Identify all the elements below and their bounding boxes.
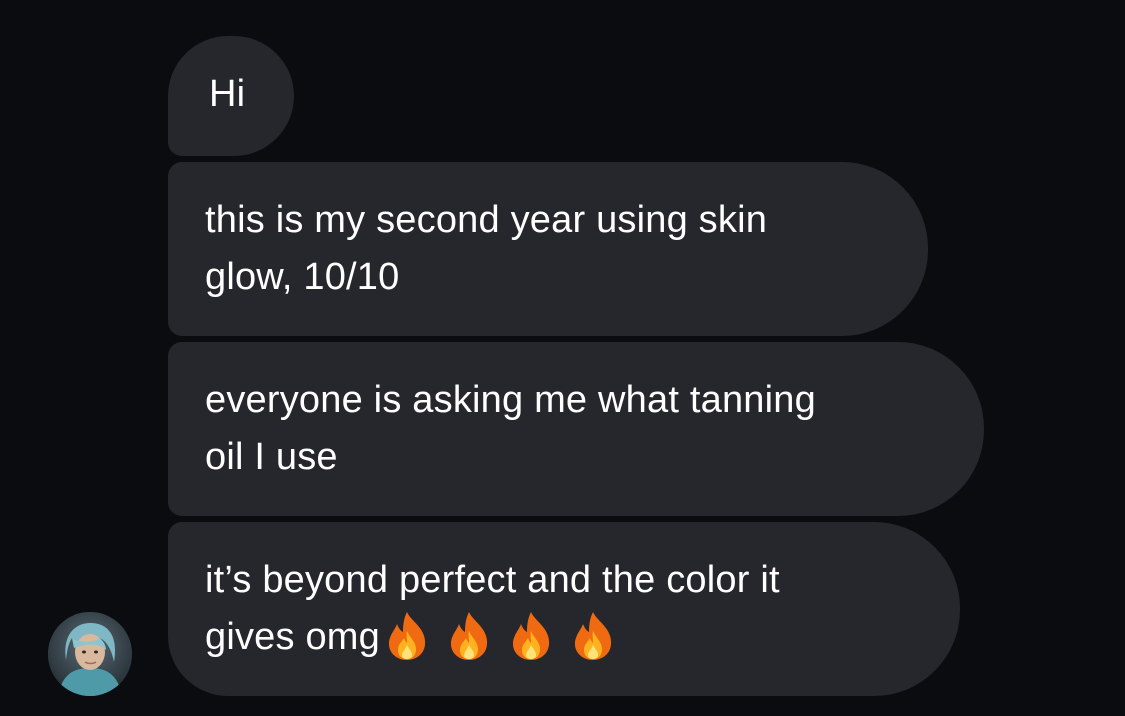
fire-icon xyxy=(512,612,550,661)
message-bubble[interactable]: it’s beyond perfect and the color it giv… xyxy=(168,522,960,696)
fire-icon xyxy=(450,612,488,661)
message-text: Hi xyxy=(209,73,246,115)
message-text: it’s beyond perfect and the color it xyxy=(205,559,780,601)
message-text: gives omg xyxy=(205,616,380,658)
fire-icon xyxy=(574,612,612,661)
message-bubble[interactable]: everyone is asking me what tanning oil I… xyxy=(168,342,984,516)
message-text: this is my second year using skin xyxy=(205,199,768,241)
message-text: glow, 10/10 xyxy=(205,256,400,298)
emoji-group xyxy=(384,606,632,663)
profile-photo-icon xyxy=(48,612,132,696)
message-text: oil I use xyxy=(205,436,338,478)
message-bubble[interactable]: Hi xyxy=(168,36,294,156)
message-text-with-emoji: gives omg xyxy=(205,609,960,667)
fire-icon xyxy=(388,612,426,661)
message-bubble[interactable]: this is my second year using skin glow, … xyxy=(168,162,928,336)
message-thread: Hi this is my second year using skin glo… xyxy=(0,0,1125,716)
sender-avatar[interactable] xyxy=(48,612,132,696)
message-text: everyone is asking me what tanning xyxy=(205,379,816,421)
